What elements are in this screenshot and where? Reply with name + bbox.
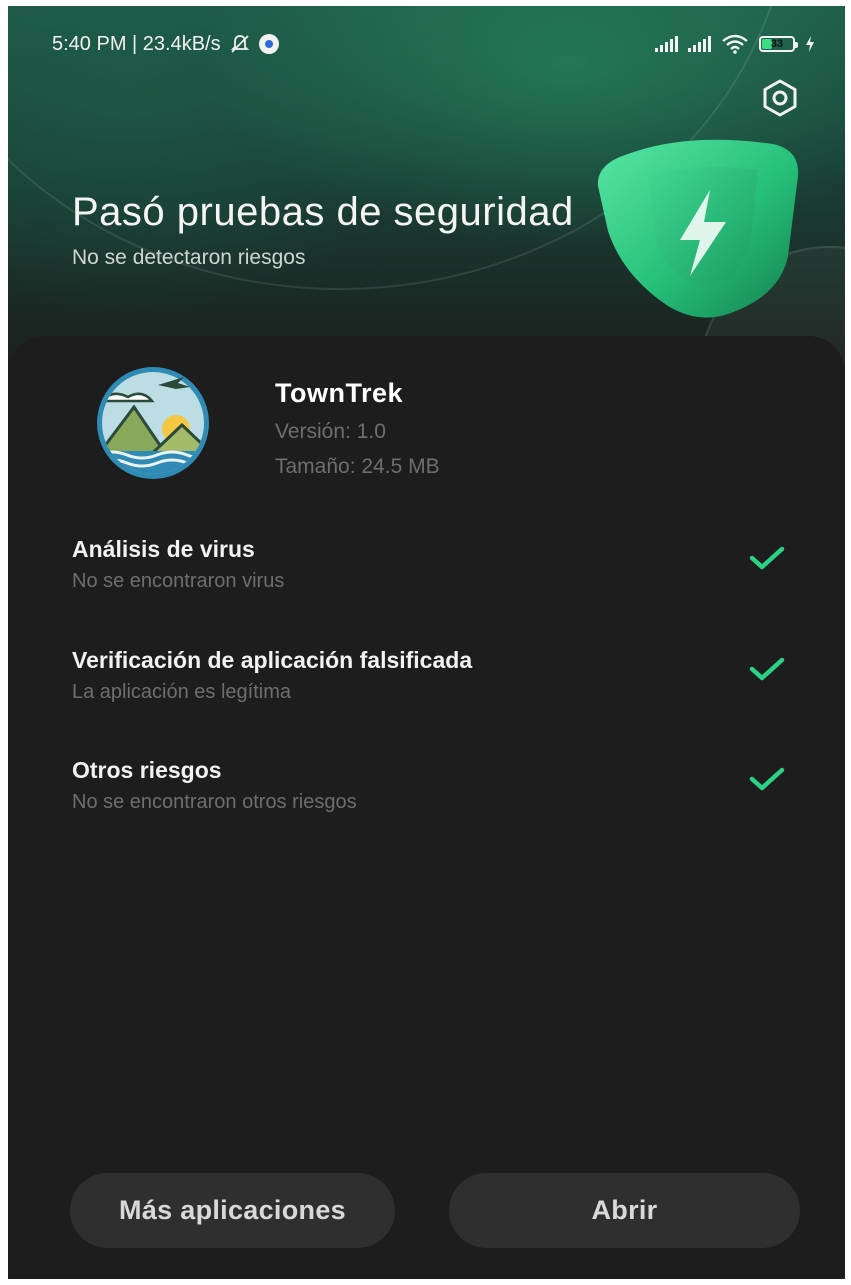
status-bar: 5:40 PM | 23.4kB/s 33 — [52, 29, 815, 59]
notifications-muted-icon — [230, 35, 249, 53]
check-row-virus-scan: Análisis de virus No se encontraron viru… — [72, 536, 812, 596]
check-row-fake-app: Verificación de aplicación falsificada L… — [72, 647, 812, 707]
page-title: Pasó pruebas de seguridad — [72, 190, 574, 234]
checkmark-icon — [749, 546, 785, 570]
battery-icon: 33 — [759, 36, 798, 52]
charging-icon — [806, 36, 814, 52]
settings-icon[interactable] — [760, 78, 800, 118]
status-time-speed: 5:40 PM | 23.4kB/s — [52, 32, 221, 55]
checkmark-icon — [749, 657, 785, 681]
app-version: Versión: 1.0 — [275, 420, 386, 443]
page-subtitle: No se detectaron riesgos — [72, 246, 306, 269]
security-scan-screen: 5:40 PM | 23.4kB/s 33 Pasó pruebas de se… — [8, 6, 845, 1279]
check-subtitle: La aplicación es legítima — [72, 681, 292, 703]
check-subtitle: No se encontraron otros riesgos — [72, 791, 357, 813]
app-name: TownTrek — [275, 378, 404, 408]
checkmark-icon — [749, 767, 785, 791]
check-title: Otros riesgos — [72, 757, 222, 783]
check-title: Verificación de aplicación falsificada — [72, 647, 473, 673]
signal-icon — [655, 36, 678, 52]
app-notification-icon — [258, 34, 279, 54]
check-row-other-risks: Otros riesgos No se encontraron otros ri… — [72, 757, 812, 817]
shield-lightning-icon — [597, 139, 799, 318]
check-title: Análisis de virus — [72, 536, 255, 562]
signal-icon — [688, 36, 711, 52]
more-apps-button[interactable]: Más aplicaciones — [70, 1173, 395, 1248]
app-size: Tamaño: 24.5 MB — [275, 455, 440, 478]
open-button[interactable]: Abrir — [449, 1173, 800, 1248]
wifi-icon — [722, 34, 748, 54]
check-subtitle: No se encontraron virus — [72, 570, 285, 592]
battery-level: 33 — [770, 38, 784, 50]
app-icon — [97, 367, 209, 479]
